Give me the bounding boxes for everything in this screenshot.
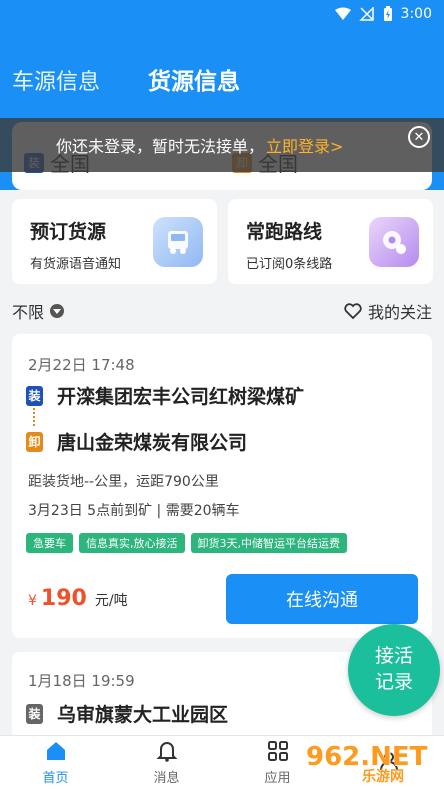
- filter-row: 不限 我的关注: [12, 298, 432, 324]
- battery-charging-icon: [383, 6, 392, 21]
- load-address: 装 开滦集团宏丰公司红树梁煤矿: [26, 382, 304, 409]
- header-tabs: 车源信息 货源信息: [12, 62, 240, 96]
- badge-list: 急要车 信息真实,放心接活 卸货3天,中储智运平台结运费: [26, 533, 347, 553]
- login-link[interactable]: 立即登录>: [266, 133, 343, 157]
- load-tag: 装: [26, 703, 43, 724]
- unload-tag: 卸: [26, 431, 43, 452]
- feature-title: 常跑路线: [246, 221, 323, 243]
- load-address-text: 开滦集团宏丰公司红树梁煤矿: [57, 386, 305, 408]
- load-tag: 装: [26, 385, 43, 406]
- unload-address: 卸 唐山金荣煤炭有限公司: [26, 428, 247, 455]
- price-unit: 元/吨: [94, 593, 128, 609]
- close-banner-button[interactable]: ✕: [408, 126, 430, 148]
- grid-icon: [267, 741, 288, 761]
- bell-icon: [156, 742, 177, 762]
- unload-address-text: 唐山金荣煤炭有限公司: [57, 432, 248, 454]
- sort-filter-label: 不限: [12, 303, 45, 322]
- nav-home-label: 首页: [42, 771, 69, 786]
- nav-apps-label: 应用: [264, 771, 291, 786]
- online-chat-button[interactable]: 在线沟通: [226, 574, 418, 624]
- tab-cargo-source[interactable]: 货源信息: [148, 62, 240, 96]
- distance-info: 距装货地--公里，运距790公里: [28, 474, 219, 490]
- truck-icon: [153, 217, 203, 267]
- feature-subtitle: 已订阅0条线路: [246, 257, 333, 272]
- price-value: 190: [40, 586, 87, 611]
- route-connector: [33, 408, 35, 426]
- reserve-cargo-card[interactable]: 预订货源 有货源语音通知: [12, 199, 217, 284]
- cargo-card[interactable]: 2月22日 17:48 装 开滦集团宏丰公司红树梁煤矿 卸 唐山金荣煤炭有限公司…: [12, 334, 432, 638]
- heart-icon: [344, 303, 362, 319]
- close-icon: ✕: [413, 129, 425, 145]
- site-watermark-logo: 962.NET 乐游网: [306, 742, 440, 786]
- feature-subtitle: 有货源语音通知: [30, 257, 122, 272]
- login-message: 你还未登录，暂时无法接单，: [56, 137, 265, 156]
- load-address-text: 乌审旗蒙大工业园区: [57, 704, 229, 726]
- post-date: 2月22日 17:48: [28, 356, 135, 374]
- chevron-down-icon: [50, 304, 65, 318]
- price: ¥ 190 元/吨: [28, 586, 128, 611]
- wifi-icon: [334, 7, 351, 20]
- watermark-sub: 乐游网: [362, 769, 404, 785]
- tab-vehicle-source[interactable]: 车源信息: [12, 64, 100, 96]
- nav-messages-label: 消息: [153, 771, 180, 786]
- login-banner: 你还未登录，暂时无法接单， 立即登录> ✕: [0, 118, 444, 172]
- sort-filter-dropdown[interactable]: 不限: [12, 299, 65, 323]
- home-icon: [46, 742, 65, 760]
- my-follow-button[interactable]: 我的关注: [344, 299, 432, 323]
- signal-off-icon: [358, 7, 374, 21]
- frequent-routes-card[interactable]: 常跑路线 已订阅0条线路: [228, 199, 433, 284]
- status-badge: 急要车: [26, 533, 73, 553]
- nav-messages[interactable]: 消息: [111, 736, 222, 789]
- status-time: 3:00: [400, 6, 432, 22]
- status-badge: 卸货3天,中储智运平台结运费: [190, 533, 347, 553]
- my-follow-label: 我的关注: [367, 303, 432, 322]
- nav-home[interactable]: 首页: [0, 736, 111, 789]
- post-date: 1月18日 19:59: [28, 672, 135, 690]
- status-badge: 信息真实,放心接活: [79, 533, 185, 553]
- feature-title: 预订货源: [30, 221, 107, 243]
- status-bar: 3:00: [334, 4, 432, 24]
- load-address: 装 乌审旗蒙大工业园区: [26, 700, 228, 727]
- job-record-line2: 记录: [374, 671, 413, 693]
- price-symbol: ¥: [28, 593, 37, 609]
- schedule-info: 3月23日 5点前到矿 | 需要20辆车: [28, 503, 240, 519]
- route-pin-icon: [369, 217, 419, 267]
- job-record-line1: 接活: [374, 645, 413, 668]
- job-record-button[interactable]: 接活 记录: [348, 624, 440, 716]
